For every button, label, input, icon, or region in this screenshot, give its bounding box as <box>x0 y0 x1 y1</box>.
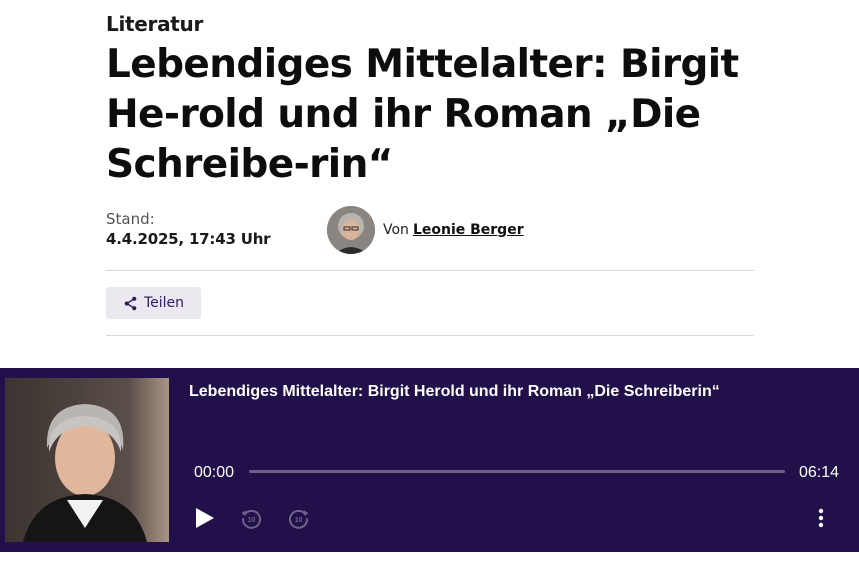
author-link[interactable]: Leonie Berger <box>413 222 524 238</box>
current-time: 00:00 <box>194 464 235 481</box>
divider <box>106 335 754 336</box>
play-button[interactable] <box>193 506 217 530</box>
author-info: Von Leonie Berger <box>327 206 524 254</box>
publish-info: Stand: 4.4.2025, 17:43 Uhr <box>106 210 271 248</box>
share-button[interactable]: Teilen <box>106 287 201 319</box>
progress-bar[interactable] <box>249 470 785 473</box>
rewind-seconds-label: 10 <box>248 517 256 524</box>
author-avatar <box>327 206 375 254</box>
share-icon <box>124 296 137 310</box>
kicker: Literatur <box>106 12 204 36</box>
play-icon <box>196 508 214 528</box>
player-title: Lebendiges Mittelalter: Birgit Herold un… <box>189 383 720 400</box>
forward-seconds-label: 10 <box>295 517 303 524</box>
page-title: Lebendiges Mittelalter: Birgit He-rold u… <box>106 42 739 187</box>
rewind-10-icon: 10 <box>241 509 261 529</box>
more-vertical-icon <box>818 508 824 528</box>
episode-image <box>5 378 169 542</box>
more-options-button[interactable] <box>812 506 830 530</box>
duration: 06:14 <box>799 464 840 481</box>
divider <box>106 270 754 271</box>
author-prefix: Von <box>383 222 409 238</box>
share-label: Teilen <box>143 295 185 311</box>
stand-label: Stand: <box>106 210 155 228</box>
forward-10-button[interactable]: 10 <box>287 506 311 530</box>
audio-player: Lebendiges Mittelalter: Birgit Herold un… <box>0 368 859 552</box>
forward-10-icon: 10 <box>289 509 309 529</box>
stand-date: 4.4.2025, 17:43 Uhr <box>106 230 271 248</box>
rewind-10-button[interactable]: 10 <box>239 506 263 530</box>
